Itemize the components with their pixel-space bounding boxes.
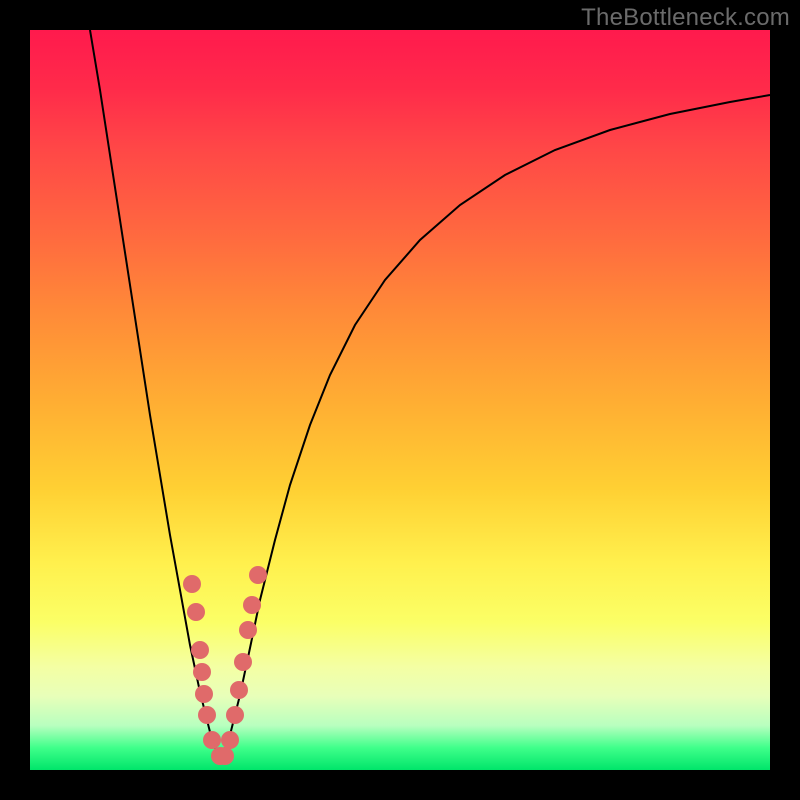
chart-frame: TheBottleneck.com: [0, 0, 800, 800]
sample-dot: [230, 681, 248, 699]
sample-dot: [243, 596, 261, 614]
right-curve: [220, 95, 770, 762]
sample-dot: [193, 663, 211, 681]
sample-dot: [191, 641, 209, 659]
sample-dot: [183, 575, 201, 593]
chart-plot-area: [30, 30, 770, 770]
attribution-text: TheBottleneck.com: [581, 4, 790, 32]
sample-dot: [195, 685, 213, 703]
sample-dot: [216, 747, 234, 765]
chart-svg: [30, 30, 770, 770]
sample-dot: [239, 621, 257, 639]
sample-dot: [221, 731, 239, 749]
dots-group: [183, 566, 267, 765]
sample-dot: [234, 653, 252, 671]
sample-dot: [203, 731, 221, 749]
sample-dot: [226, 706, 244, 724]
sample-dot: [198, 706, 216, 724]
sample-dot: [249, 566, 267, 584]
sample-dot: [187, 603, 205, 621]
